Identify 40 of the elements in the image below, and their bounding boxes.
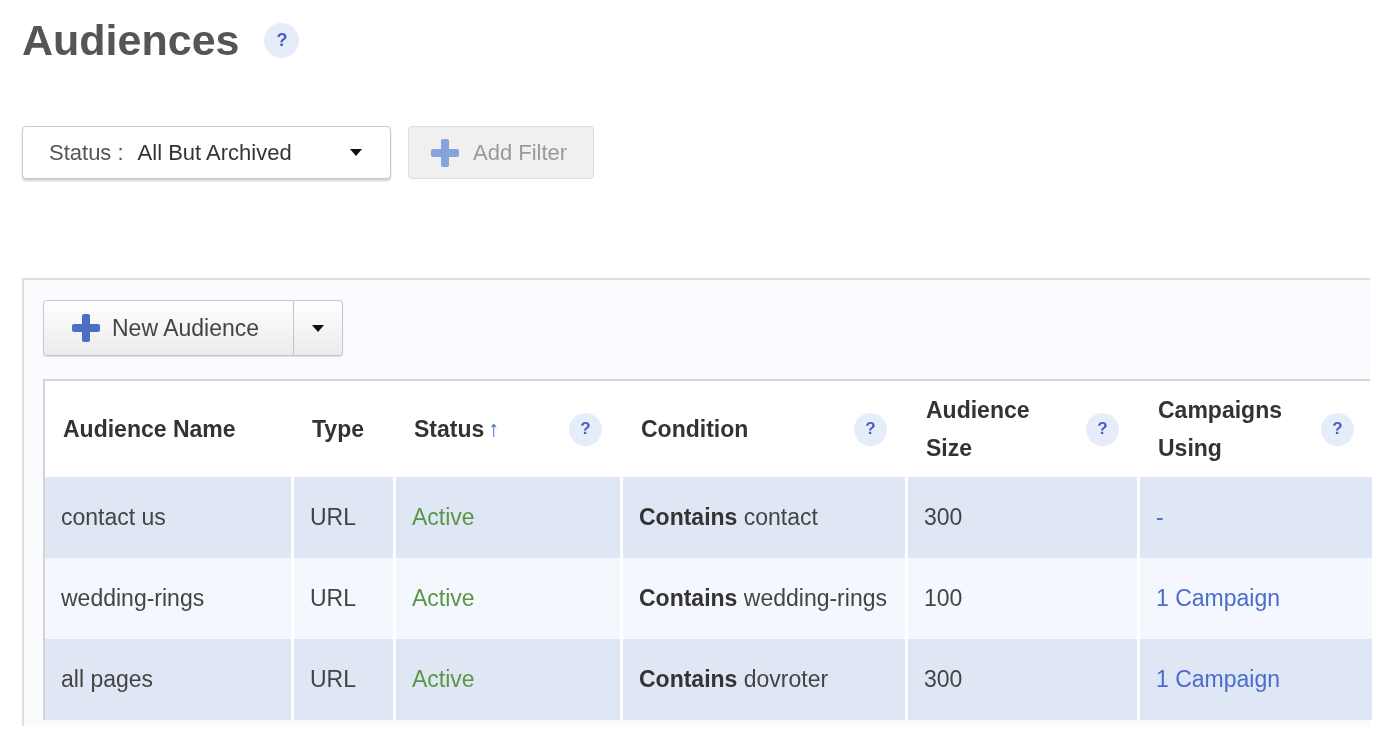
column-header[interactable]: Audience Size bbox=[926, 391, 1066, 467]
caret-down-icon bbox=[312, 324, 324, 332]
status-cell: Active bbox=[396, 639, 620, 720]
plus-icon bbox=[431, 138, 459, 167]
table-cell: all pages bbox=[45, 639, 291, 720]
table-cell: contact us bbox=[45, 477, 291, 558]
table-cell: 300 bbox=[908, 639, 1137, 720]
filter-label: Status : bbox=[49, 139, 124, 167]
table-cell: 100 bbox=[908, 558, 1137, 639]
filter-value: All But Archived bbox=[137, 139, 292, 167]
campaign-link[interactable]: - bbox=[1156, 500, 1164, 535]
new-audience-button[interactable]: New Audience bbox=[43, 300, 294, 356]
table-cell: URL bbox=[294, 639, 393, 720]
table-cell: URL bbox=[294, 477, 393, 558]
help-button[interactable]: ? bbox=[264, 22, 300, 58]
table-cell: Contains contact bbox=[623, 477, 905, 558]
table-cell: URL bbox=[294, 558, 393, 639]
status-cell: Active bbox=[396, 477, 620, 558]
help-button[interactable]: ? bbox=[1086, 412, 1119, 446]
column-header[interactable]: Campaigns Using bbox=[1158, 391, 1301, 467]
column-header[interactable]: Audience Name bbox=[63, 410, 236, 448]
table-cell: 300 bbox=[908, 477, 1137, 558]
column-header[interactable]: Status bbox=[414, 410, 485, 448]
caret-down-icon bbox=[350, 149, 362, 156]
campaign-link[interactable]: 1 Campaign bbox=[1156, 581, 1281, 616]
page-title: Audiences bbox=[22, 15, 240, 66]
help-button[interactable]: ? bbox=[1321, 412, 1354, 446]
table-cell: wedding-rings bbox=[45, 558, 291, 639]
help-button[interactable]: ? bbox=[854, 412, 887, 446]
status-filter-dropdown[interactable]: Status : All But Archived bbox=[22, 126, 391, 179]
new-audience-menu-button[interactable] bbox=[294, 300, 343, 356]
sort-arrow: ↑ bbox=[488, 415, 500, 443]
campaign-link[interactable]: 1 Campaign bbox=[1156, 662, 1281, 697]
status-cell: Active bbox=[396, 558, 620, 639]
table-cell: Contains wedding-rings bbox=[623, 558, 905, 639]
table-cell: Contains dovroter bbox=[623, 639, 905, 720]
help-button[interactable]: ? bbox=[569, 412, 602, 446]
column-header[interactable]: Condition bbox=[641, 410, 749, 448]
plus-icon bbox=[72, 314, 100, 342]
column-header[interactable]: Type bbox=[312, 410, 364, 448]
